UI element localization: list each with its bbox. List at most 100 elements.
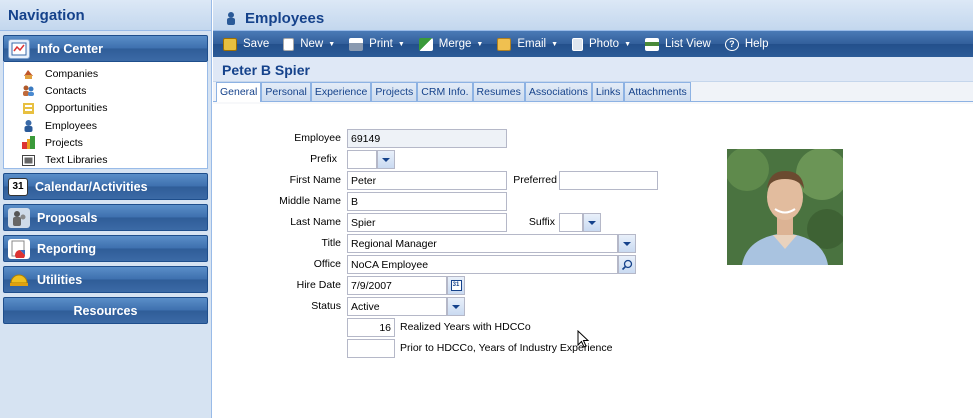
merge-icon — [418, 37, 433, 51]
suffix-select[interactable] — [559, 213, 583, 232]
nav-item-contacts[interactable]: Contacts — [22, 82, 207, 99]
employee-photo[interactable] — [727, 149, 843, 265]
nav-section-info-center[interactable]: Info Center — [3, 35, 208, 62]
nav-item-opportunities[interactable]: Opportunities — [22, 100, 207, 117]
proposals-icon — [8, 207, 30, 228]
nav-item-text-libraries[interactable]: Text Libraries — [22, 151, 207, 168]
nav-section-label: Info Center — [37, 41, 103, 56]
save-label: Save — [243, 38, 270, 50]
tab-links[interactable]: Links — [591, 82, 625, 101]
last-name-field[interactable]: Spier — [347, 213, 507, 232]
nav-section-utilities[interactable]: Utilities — [3, 266, 208, 293]
nav-section-calendar[interactable]: 31 Calendar/Activities — [3, 173, 208, 200]
new-document-icon — [283, 37, 295, 51]
prior-years-field[interactable] — [347, 339, 395, 358]
contacts-icon — [22, 84, 35, 97]
office-lookup-button[interactable] — [618, 255, 636, 274]
record-title: Peter B Spier — [213, 57, 973, 82]
last-name-label: Last Name — [290, 216, 341, 228]
hire-date-picker-button[interactable]: 31 — [447, 276, 465, 295]
utilities-icon — [8, 270, 30, 290]
tab-associations[interactable]: Associations — [524, 82, 592, 101]
suffix-label: Suffix — [528, 216, 555, 228]
prefix-label: Prefix — [310, 153, 337, 165]
tab-personal[interactable]: Personal — [261, 82, 311, 101]
title-label: Title — [321, 237, 341, 249]
realized-years-field[interactable]: 16 — [347, 318, 395, 337]
suffix-dropdown-trigger[interactable] — [583, 213, 601, 232]
main-header: Employees — [213, 0, 973, 31]
app-window: Navigation Info Center Companies Contact… — [0, 0, 973, 418]
calendar-icon-number: 31 — [12, 181, 24, 192]
email-label: Email — [517, 38, 547, 50]
dropdown-arrow-icon: ▼ — [551, 40, 559, 48]
merge-button[interactable]: Merge ▼ — [418, 37, 483, 51]
save-button[interactable]: Save — [223, 37, 270, 51]
tab-crm-info[interactable]: CRM Info. — [417, 82, 473, 101]
nav-section-label: Calendar/Activities — [35, 179, 148, 194]
tab-attachments[interactable]: Attachments — [624, 82, 691, 101]
info-center-icon — [8, 38, 30, 59]
nav-item-projects[interactable]: Projects — [22, 134, 207, 151]
print-icon — [349, 37, 364, 51]
office-field[interactable]: NoCA Employee — [347, 255, 618, 274]
nav-section-proposals[interactable]: Proposals — [3, 204, 208, 231]
main-panel: Employees Save New ▼ Print ▼ Merge ▼ Email ▼ — [213, 0, 973, 418]
nav-section-resources[interactable]: Resources — [3, 297, 208, 324]
tab-general[interactable]: General — [216, 82, 262, 102]
help-label: Help — [744, 38, 769, 50]
nav-item-companies[interactable]: Companies — [22, 65, 207, 82]
chevron-down-icon — [452, 304, 460, 309]
prefix-dropdown-trigger[interactable] — [377, 150, 395, 169]
help-button[interactable]: ? Help — [724, 37, 769, 51]
info-center-list: Companies Contacts Opportunities Employe… — [3, 62, 208, 169]
employees-icon — [225, 11, 237, 25]
status-label: Status — [311, 300, 341, 312]
calendar-icon: 31 — [8, 177, 28, 196]
middle-name-field[interactable]: B — [347, 192, 507, 211]
preferred-field[interactable] — [559, 171, 658, 190]
tab-bar: General Personal Experience Projects CRM… — [213, 82, 973, 102]
nav-item-employees[interactable]: Employees — [22, 117, 207, 134]
print-button[interactable]: Print ▼ — [349, 37, 405, 51]
tab-experience[interactable]: Experience — [310, 82, 372, 101]
chevron-down-icon — [623, 241, 631, 246]
prefix-select[interactable] — [347, 150, 377, 169]
email-button[interactable]: Email ▼ — [497, 37, 559, 51]
status-dropdown-trigger[interactable] — [447, 297, 465, 316]
list-view-button[interactable]: List View — [645, 37, 711, 51]
new-label: New — [300, 38, 324, 50]
calendar-icon: 31 — [450, 280, 462, 291]
dropdown-arrow-icon: ▼ — [624, 40, 632, 48]
employee-portrait — [727, 149, 843, 265]
nav-section-label: Utilities — [37, 272, 83, 287]
nav-section-label: Reporting — [37, 241, 97, 256]
new-button[interactable]: New ▼ — [283, 37, 335, 51]
nav-section-reporting[interactable]: Reporting — [3, 235, 208, 262]
first-name-field[interactable]: Peter — [347, 171, 507, 190]
photo-label: Photo — [589, 38, 620, 50]
list-view-label: List View — [665, 38, 711, 50]
realized-years-label: Realized Years with HDCCo — [400, 321, 531, 333]
title-select[interactable]: Regional Manager — [347, 234, 618, 253]
navigation-panel: Navigation Info Center Companies Contact… — [0, 0, 212, 418]
projects-icon — [22, 136, 35, 150]
hire-date-field[interactable]: 7/9/2007 — [347, 276, 447, 295]
title-dropdown-trigger[interactable] — [618, 234, 636, 253]
calendar-icon-number: 31 — [452, 282, 460, 288]
employee-label: Employee — [294, 132, 341, 144]
reporting-icon — [8, 238, 30, 259]
status-select[interactable]: Active — [347, 297, 447, 316]
employee-id-field: 69149 — [347, 129, 507, 148]
dropdown-arrow-icon: ▼ — [397, 40, 405, 48]
tab-resumes[interactable]: Resumes — [472, 82, 525, 101]
tab-projects[interactable]: Projects — [371, 82, 418, 101]
photo-button[interactable]: Photo ▼ — [572, 37, 632, 51]
nav-item-label: Companies — [45, 67, 99, 80]
middle-name-label: Middle Name — [279, 195, 341, 207]
chevron-down-icon — [382, 157, 390, 162]
first-name-label: First Name — [289, 174, 341, 186]
merge-label: Merge — [438, 38, 472, 50]
companies-icon — [22, 67, 35, 80]
nav-item-label: Contacts — [45, 84, 87, 97]
